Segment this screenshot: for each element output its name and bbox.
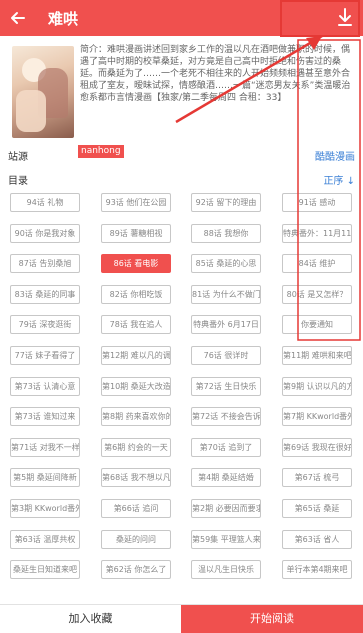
chapter-item[interactable]: 77话 妹子看得了 — [10, 346, 80, 365]
chapter-item[interactable]: 第68话 我不想以凡生 — [101, 468, 171, 488]
chapter-item[interactable]: 82话 你相吃饭 — [101, 284, 171, 304]
chapter-item[interactable]: 81话 为什么不做门的 — [191, 284, 261, 304]
chapter-item[interactable]: 第69话 我现在很好 — [282, 437, 352, 457]
chapter-item[interactable]: 第65话 桑延 — [282, 499, 352, 518]
add-favorite-button[interactable]: 加入收藏 — [0, 605, 181, 633]
chapter-item[interactable]: 单行本第4期来吧 — [282, 560, 352, 580]
chapter-item[interactable]: 温以凡生日快乐 — [191, 560, 261, 580]
chapter-item[interactable]: 第73话 谁知过来 — [10, 407, 80, 427]
chapter-item[interactable]: 第72话 不接会告诉 — [191, 407, 261, 427]
chapter-item[interactable]: 第66话 追问 — [101, 499, 171, 518]
chapter-item[interactable]: 第62话 你怎么了 — [101, 560, 171, 580]
chapter-item[interactable]: 第71话 对我不一样 — [10, 437, 80, 457]
chapter-item[interactable]: 78话 我在追人 — [101, 315, 171, 335]
chapter-item[interactable]: 84话 维护 — [282, 254, 352, 274]
chapter-item[interactable]: 88话 我想你 — [191, 223, 261, 243]
chapter-item[interactable]: 83话 桑延的同事 — [10, 284, 80, 304]
chapter-item[interactable]: 你要通知 — [282, 315, 352, 335]
chapter-item[interactable]: 桑延的问问 — [101, 529, 171, 549]
book-description: 简介：难哄漫画讲述回到家乡工作的温以凡在酒吧做兼职的时候，偶遇了高中时期的校草桑… — [80, 45, 351, 103]
chapter-item[interactable]: 91话 感动 — [282, 193, 352, 212]
chapter-item[interactable]: 94话 礼物 — [10, 193, 80, 212]
chapter-item[interactable]: 85话 桑延的心思 — [191, 254, 261, 274]
source-value[interactable]: 酷酷漫画 — [315, 148, 355, 163]
chapter-item[interactable]: 桑延生日知道来吧 — [10, 560, 80, 580]
download-icon[interactable] — [335, 7, 355, 29]
chapter-item[interactable]: 90话 你是我对象 — [10, 223, 80, 243]
chapter-item[interactable]: 第67话 梳弓 — [282, 468, 352, 488]
chapter-item[interactable]: 第63话 省人 — [282, 529, 352, 549]
chapter-item[interactable]: 第7期 KKworld番外 — [282, 407, 352, 427]
chapter-item[interactable]: 第5期 桑延间降新 — [10, 468, 80, 488]
chapter-item[interactable]: 特典番外：11月11日 — [282, 223, 352, 243]
page-title: 难哄 — [48, 10, 79, 28]
chapter-item[interactable]: 第11期 难哄和来吧 — [282, 346, 352, 365]
source-row[interactable]: 站源 酷酷漫画 — [0, 146, 363, 166]
chapter-item[interactable]: 第6期 约会的一天 — [101, 437, 171, 457]
bottom-bar: 加入收藏 开始阅读 — [0, 604, 363, 633]
chapter-item[interactable]: 第4期 桑延结婚 — [191, 468, 261, 488]
chapter-item[interactable]: 第12期 难以凡的调查 — [101, 346, 171, 365]
chapter-item[interactable]: 93话 他们在公园 — [101, 193, 171, 212]
chapter-item[interactable]: 79话 深夜逛街 — [10, 315, 80, 335]
chapter-item[interactable]: 第3期 KKworld番外 — [10, 499, 80, 518]
chapter-item[interactable]: 第10期 桑延大改造 — [101, 376, 171, 396]
chapter-item[interactable]: 第72话 生日快乐 — [191, 376, 261, 396]
chapter-item[interactable]: 第73话 认清心意 — [10, 376, 80, 396]
chapter-item[interactable]: 89话 薯糖相视 — [101, 223, 171, 243]
back-arrow-icon[interactable] — [8, 8, 28, 28]
chapter-item[interactable]: 第2期 必要因而要求 — [191, 499, 261, 518]
start-reading-button[interactable]: 开始阅读 — [181, 605, 363, 633]
chapter-item[interactable]: 76话 很详时 — [191, 346, 261, 365]
chapter-item[interactable]: 第63话 温厚共权 — [10, 529, 80, 549]
sort-order-toggle[interactable]: 正序 ↓ — [323, 172, 355, 187]
app-bar: 难哄 — [0, 0, 363, 36]
cover-image[interactable] — [12, 46, 74, 138]
chapter-item[interactable]: 92话 留下的理由 — [191, 193, 261, 212]
source-label: 站源 — [8, 152, 28, 163]
chapter-item[interactable]: 第59集 平理篮人来看 — [191, 529, 261, 549]
toc-header: 目录 正序 ↓ — [0, 170, 363, 187]
book-info: 简介：难哄漫画讲述回到家乡工作的温以凡在酒吧做兼职的时候，偶遇了高中时期的校草桑… — [0, 36, 363, 140]
chapter-item[interactable]: 第9期 认识以凡的方式 — [282, 376, 352, 396]
chapter-item[interactable]: 第70话 追到了 — [191, 437, 261, 457]
toc-label: 目录 — [8, 176, 28, 187]
chapter-item[interactable]: 86话 看电影 — [101, 254, 171, 274]
chapter-item[interactable]: 第8期 药来喜欢你的呀 — [101, 407, 171, 427]
chapter-item[interactable]: 特典番外 6月17日 — [191, 315, 261, 335]
chapter-item[interactable]: 80话 是又怎样？ — [282, 284, 352, 304]
chapter-item[interactable]: 87话 告别桑旭 — [10, 254, 80, 274]
